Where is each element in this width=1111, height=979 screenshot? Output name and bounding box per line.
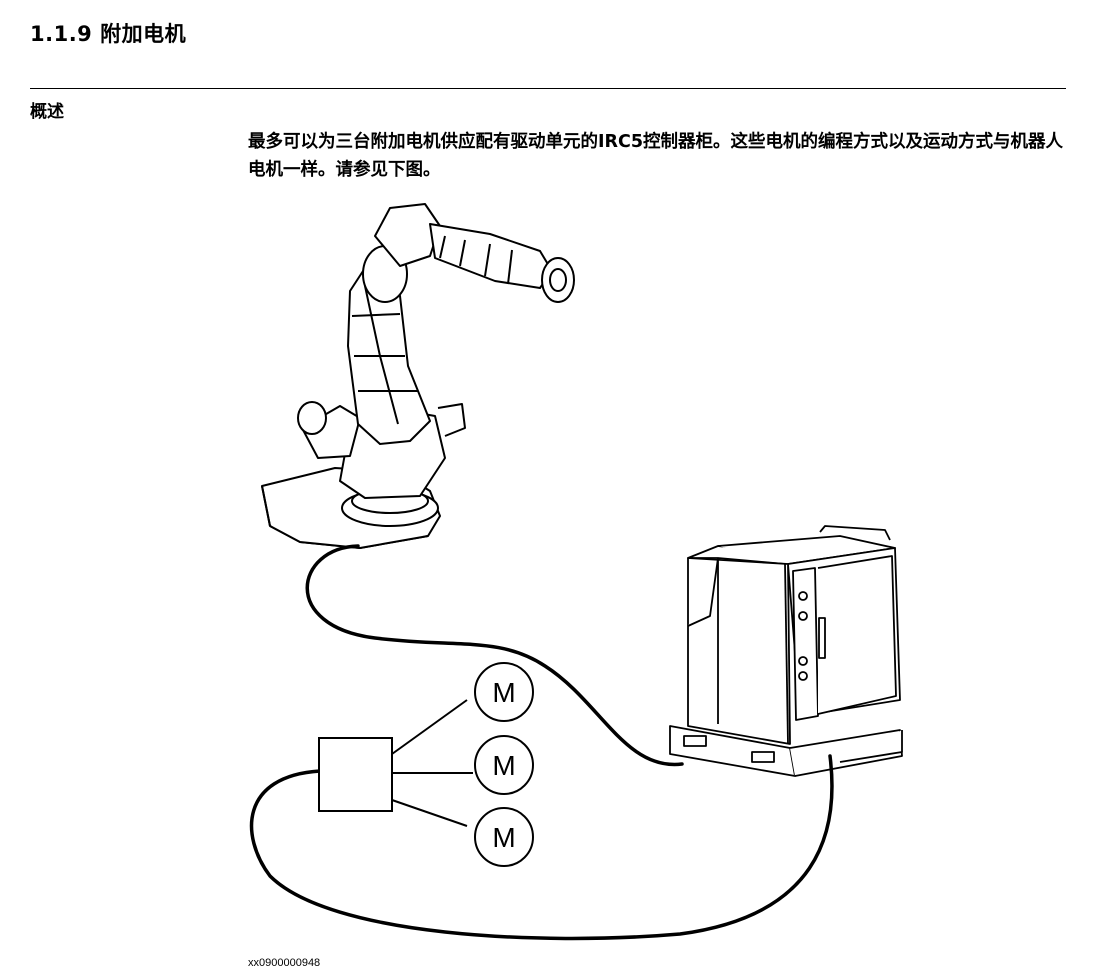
motor-1: M <box>474 662 534 722</box>
robot-illustration <box>261 203 575 549</box>
motor-2-label: M <box>492 750 515 781</box>
motor-3: M <box>474 807 534 867</box>
controller-cabinet-illustration <box>669 525 903 777</box>
motor-connections <box>391 699 473 827</box>
motor-3-label: M <box>492 822 515 853</box>
body-paragraph: 最多可以为三台附加电机供应配有驱动单元的IRC5控制器柜。这些电机的编程方式以及… <box>248 132 1064 180</box>
drive-unit-box <box>318 737 393 812</box>
robot-cable <box>305 544 684 767</box>
motor-1-label: M <box>492 677 515 708</box>
motor-2: M <box>474 735 534 795</box>
side-heading: 概述 <box>30 102 64 122</box>
section-title: 1.1.9 附加电机 <box>30 22 187 46</box>
figure-id: xx0900000948 <box>248 957 321 969</box>
additional-axes-figure: M M M <box>240 196 930 956</box>
section-divider <box>30 88 1066 89</box>
